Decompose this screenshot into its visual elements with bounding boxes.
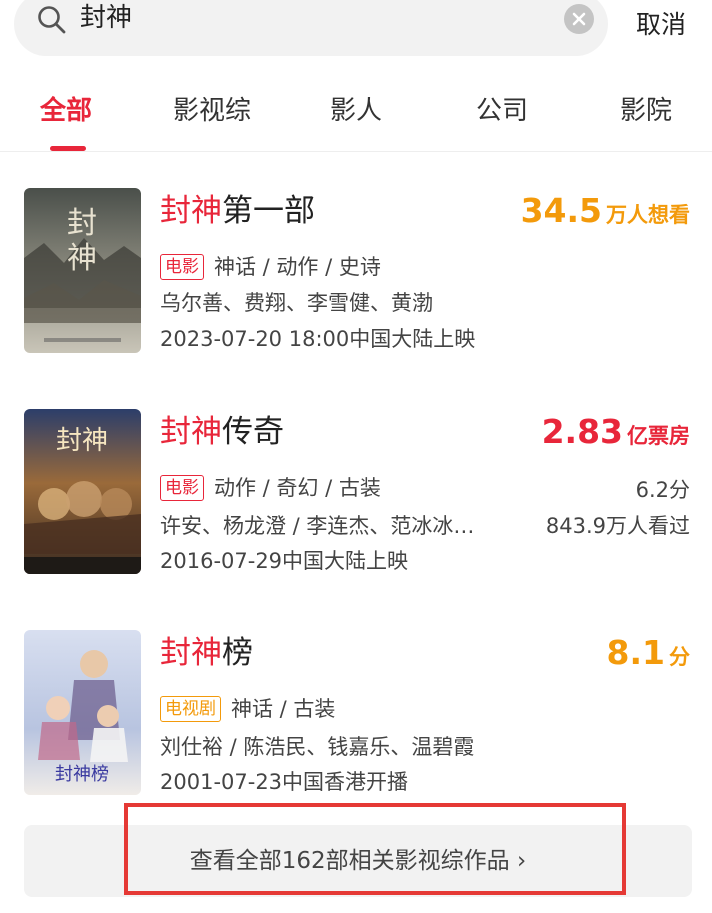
search-box[interactable]: 封神 <box>14 0 608 56</box>
result-title[interactable]: 封神第一部 <box>160 190 315 232</box>
category-tabs: 全部 影视综 影人 公司 影院 <box>0 80 712 152</box>
type-badge: 电影 <box>160 475 204 501</box>
want-to-see-metric: 34.5 万人想看 <box>521 190 690 238</box>
type-badge: 电视剧 <box>160 696 221 722</box>
title-rest: 第一部 <box>222 193 315 229</box>
tagline: 电影 动作 / 奇幻 / 古装 <box>160 473 381 505</box>
search-row: 封神 取消 <box>0 0 712 62</box>
metric-value: 8.1 <box>606 633 665 672</box>
poster-image[interactable]: 封神榜 <box>24 630 141 795</box>
metric-value: 2.83 <box>541 412 623 451</box>
tagline: 电影 神话 / 动作 / 史诗 <box>160 252 381 284</box>
search-input[interactable]: 封神 <box>80 0 132 36</box>
type-badge: 电影 <box>160 254 204 280</box>
svg-text:封神榜: 封神榜 <box>55 764 109 785</box>
search-icon <box>36 4 68 36</box>
title-highlight: 封神 <box>160 193 222 229</box>
title-highlight: 封神 <box>160 635 222 671</box>
tab-cinemas[interactable]: 影院 <box>620 92 672 130</box>
cast-line: 许安、杨龙澄 / 李连杰、范冰冰… <box>160 514 475 538</box>
release-line: 2016-07-29中国大陆上映 <box>160 549 409 573</box>
release-line: 2001-07-23中国香港开播 <box>160 770 409 794</box>
metric-unit: 分 <box>669 645 690 669</box>
result-item[interactable]: 封神 封神传奇 2.83 亿票房 电影 动作 / 奇幻 / 古装 6.2分 许安、杨… <box>0 409 712 599</box>
result-title[interactable]: 封神传奇 <box>160 411 284 453</box>
cast-line: 刘仕裕 / 陈浩民、钱嘉乐、温碧霞 <box>160 735 475 759</box>
metric-unit: 亿票房 <box>627 424 690 448</box>
svg-text:神: 神 <box>67 241 97 276</box>
viewer-count: 843.9万人看过 <box>545 514 690 538</box>
annotation-highlight-box <box>124 803 626 895</box>
title-highlight: 封神 <box>160 414 222 450</box>
tab-people[interactable]: 影人 <box>330 92 382 130</box>
poster-image[interactable]: 封神 <box>24 409 141 574</box>
result-item[interactable]: 封 神 封神第一部 34.5 万人想看 电影 神话 / 动作 / 史诗 乌尔善、费翔… <box>0 188 712 378</box>
result-title[interactable]: 封神榜 <box>160 632 253 674</box>
metric-value: 34.5 <box>520 191 602 230</box>
metric-unit: 万人想看 <box>606 203 690 227</box>
poster-image[interactable]: 封 神 <box>24 188 141 353</box>
svg-text:封神: 封神 <box>56 426 108 456</box>
title-rest: 榜 <box>222 635 253 671</box>
genres: 神话 / 动作 / 史诗 <box>214 255 381 279</box>
rating-metric: 8.1 分 <box>607 632 690 680</box>
box-office-metric: 2.83 亿票房 <box>542 411 690 459</box>
active-tab-indicator <box>50 146 86 151</box>
release-line: 2023-07-20 18:00中国大陆上映 <box>160 327 476 351</box>
tab-all[interactable]: 全部 <box>40 92 92 130</box>
tagline: 电视剧 神话 / 古装 <box>160 694 335 726</box>
score: 6.2分 <box>635 478 690 502</box>
result-item[interactable]: 封神榜 封神榜 8.1 分 电视剧 神话 / 古装 刘仕裕 / 陈浩民、钱嘉乐、温碧… <box>0 630 712 820</box>
genres: 动作 / 奇幻 / 古装 <box>214 476 381 500</box>
tab-film-tv-variety[interactable]: 影视综 <box>173 92 251 130</box>
cancel-button[interactable]: 取消 <box>636 6 686 44</box>
tab-companies[interactable]: 公司 <box>476 92 528 130</box>
title-rest: 传奇 <box>222 414 284 450</box>
cast-line: 乌尔善、费翔、李雪健、黄渤 <box>160 291 433 315</box>
svg-text:封: 封 <box>67 206 97 241</box>
clear-icon[interactable] <box>564 4 594 34</box>
genres: 神话 / 古装 <box>231 697 336 721</box>
